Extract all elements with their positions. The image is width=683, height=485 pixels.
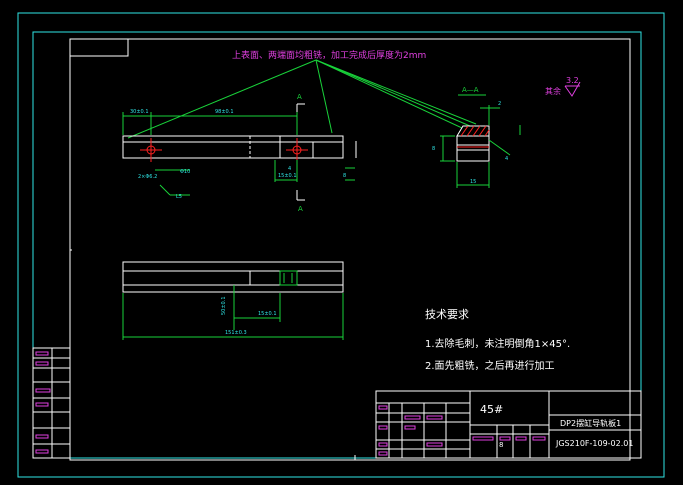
title-block: 45# DP2摆缸导轨板1 JGS210F-109-02.01 8: [375, 390, 642, 459]
bottom-view: 151±0.3 15±0.1 50±0.1: [122, 261, 344, 340]
drawing-canvas: 上表面、两端面均粗铣，加工完成后厚度为2mm 其余 3.2 30±0.1 98±…: [17, 12, 665, 478]
tech-item-2: 2.面先粗铣，之后再进行加工: [425, 359, 555, 372]
roughness-label: 其余: [545, 86, 561, 96]
svg-text:L5: L5: [176, 194, 182, 200]
svg-text:8: 8: [343, 173, 346, 179]
svg-text:Φ10: Φ10: [180, 169, 190, 175]
svg-text:15±0.1: 15±0.1: [258, 311, 277, 317]
svg-text:A: A: [297, 93, 302, 101]
svg-text:2: 2: [498, 101, 501, 107]
svg-text:8: 8: [432, 146, 435, 152]
scale-value: 8: [499, 441, 503, 449]
main-view: [122, 135, 357, 162]
main-dims: 30±0.1 98±0.1 Φ10 2×Φ6.2 L5 15±0.1 4 8 A…: [122, 93, 355, 213]
svg-text:A—A: A—A: [462, 86, 479, 94]
svg-text:30±0.1: 30±0.1: [130, 109, 149, 115]
surface-note: 上表面、两端面均粗铣，加工完成后厚度为2mm: [232, 49, 426, 61]
svg-text:2×Φ6.2: 2×Φ6.2: [138, 174, 157, 180]
tech-title: 技术要求: [425, 308, 469, 321]
svg-text:4: 4: [288, 166, 291, 172]
svg-text:15: 15: [470, 179, 476, 185]
side-table: [32, 347, 71, 459]
note-leaders: [127, 59, 477, 139]
tech-item-1: 1.去除毛刺，未注明倒角1×45°.: [425, 337, 570, 350]
material-text: 45#: [480, 403, 503, 416]
svg-text:50±0.1: 50±0.1: [221, 296, 227, 315]
corner-box: [69, 38, 129, 57]
svg-text:4: 4: [505, 156, 508, 162]
section-view: A—A 15 8 2 4: [432, 86, 521, 188]
drawing-frame: [69, 38, 631, 461]
roughness-symbol: 3.2: [564, 76, 581, 97]
svg-text:151±0.3: 151±0.3: [225, 330, 247, 336]
svg-text:98±0.1: 98±0.1: [215, 109, 234, 115]
svg-text:3.2: 3.2: [566, 76, 579, 85]
part-name: DP2摆缸导轨板1: [560, 418, 621, 428]
drawing-number: JGS210F-109-02.01: [555, 439, 633, 448]
svg-text:A: A: [298, 205, 303, 213]
svg-text:15±0.1: 15±0.1: [278, 173, 297, 179]
